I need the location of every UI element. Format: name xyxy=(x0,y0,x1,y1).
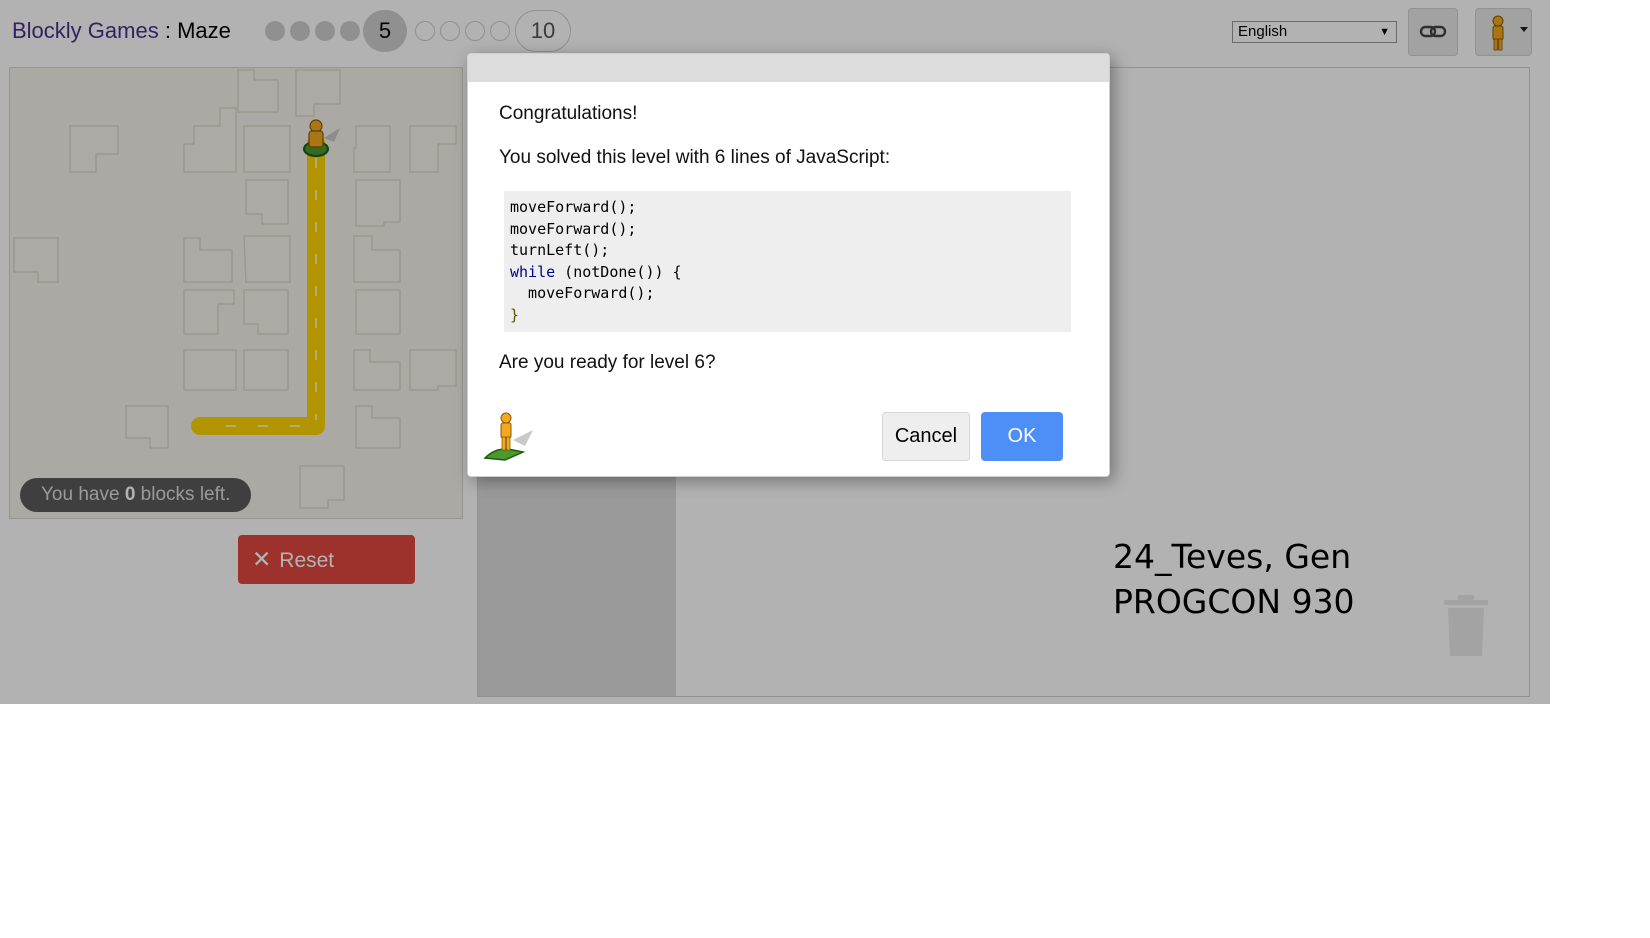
cancel-button[interactable]: Cancel xyxy=(882,412,970,461)
watermark-line-1: 24_Teves, Gen xyxy=(1113,537,1352,576)
congrats-text: Congratulations! xyxy=(499,103,638,124)
code-line: moveForward(); xyxy=(510,198,637,216)
code-line: turnLeft(); xyxy=(510,241,610,260)
code-line: moveForward(); xyxy=(510,284,655,303)
code-line: while (notDone()) { xyxy=(510,262,1065,284)
dialog-title-bar[interactable] xyxy=(468,54,1109,82)
watermark-line-2: PROGCON 930 xyxy=(1113,582,1355,621)
level-complete-dialog: Congratulations! You solved this level w… xyxy=(467,53,1110,477)
pegman-icon xyxy=(483,412,533,461)
code-keyword: while xyxy=(510,262,556,281)
ok-button[interactable]: OK xyxy=(981,412,1063,461)
trash-icon[interactable] xyxy=(1440,592,1492,660)
watermark-text: 24_Teves, Gen PROGCON 930 xyxy=(1113,534,1355,624)
code-line: moveForward(); xyxy=(510,219,637,238)
code-line: } xyxy=(510,305,520,324)
code-block: moveForward(); moveForward(); turnLeft()… xyxy=(504,191,1071,332)
code-fragment: (notDone()) { xyxy=(555,262,682,281)
ready-text: Are you ready for level 6? xyxy=(499,352,716,373)
solved-text: You solved this level with 6 lines of Ja… xyxy=(499,147,891,168)
